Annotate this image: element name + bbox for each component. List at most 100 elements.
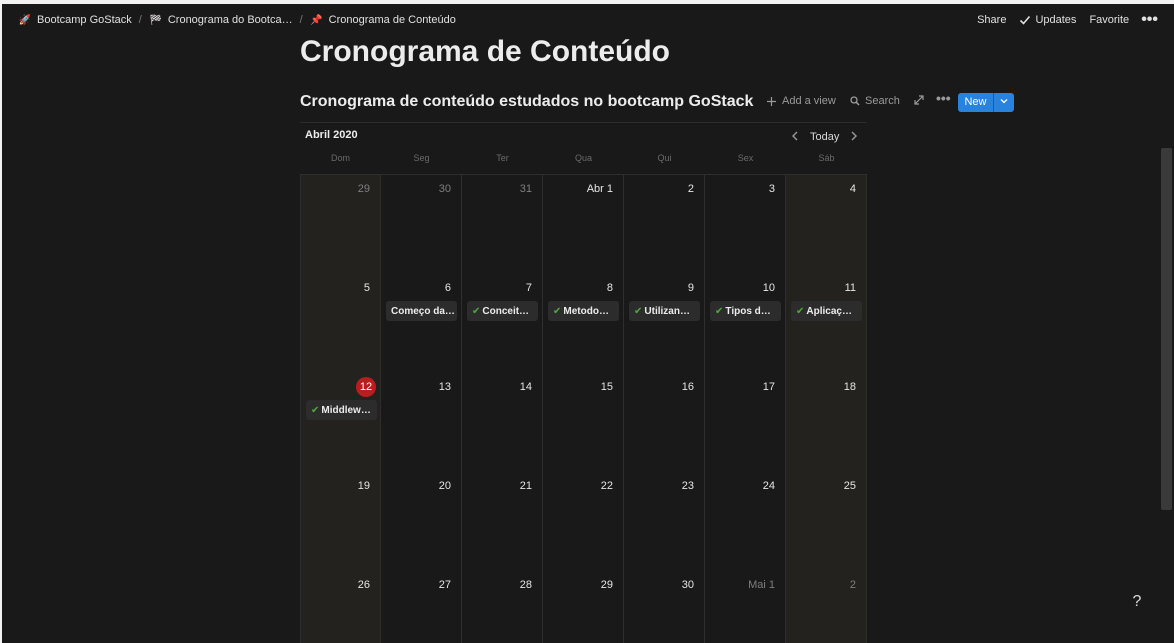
- search-button[interactable]: Search: [850, 95, 900, 107]
- day-number: 30: [438, 183, 451, 195]
- day-number: 31: [519, 183, 532, 195]
- event-title: Utilizan…: [644, 305, 690, 317]
- calendar-day-cell[interactable]: 25: [786, 472, 867, 571]
- event-title: Conceit…: [482, 305, 530, 317]
- rocket-icon: 🚀: [18, 14, 32, 26]
- scrollbar[interactable]: [1161, 148, 1172, 510]
- calendar-day-cell[interactable]: 5: [300, 274, 381, 373]
- calendar-day-cell[interactable]: 14: [462, 373, 543, 472]
- favorite-button[interactable]: Favorite: [1089, 14, 1129, 26]
- weekday-label: Qui: [657, 153, 672, 163]
- calendar-day-cell[interactable]: 31: [462, 175, 543, 274]
- calendar-day-cell[interactable]: 20: [381, 472, 462, 571]
- day-number: Mai 1: [748, 579, 775, 591]
- help-button[interactable]: ?: [1131, 593, 1143, 611]
- calendar-event-card[interactable]: ✔ Aplicaç…: [791, 301, 862, 321]
- breadcrumb: 🚀 Bootcamp GoStack / 🏁 Cronograma do Boo…: [18, 14, 456, 26]
- day-number: 9: [687, 282, 694, 294]
- calendar-day-cell[interactable]: 24: [705, 472, 786, 571]
- chevron-left-icon[interactable]: [788, 129, 802, 144]
- share-button[interactable]: Share: [977, 14, 1006, 26]
- today-button[interactable]: Today: [810, 131, 839, 143]
- database-more-icon[interactable]: •••: [936, 90, 951, 106]
- calendar-event-card[interactable]: ✔ Middlew…: [306, 400, 377, 420]
- calendar-week: 12 ✔ Middlew… 13 14 15 16 17 18: [300, 372, 867, 472]
- calendar-day-cell[interactable]: 4: [786, 175, 867, 274]
- add-view-button[interactable]: Add a view: [766, 95, 836, 107]
- updates-button[interactable]: Updates: [1019, 14, 1076, 26]
- calendar-day-cell[interactable]: Abr 1: [543, 175, 624, 274]
- calendar-day-cell[interactable]: 15: [543, 373, 624, 472]
- page-title: Cronograma de Conteúdo: [300, 35, 671, 68]
- calendar-day-cell[interactable]: 2: [624, 175, 705, 274]
- day-number: 14: [519, 381, 532, 393]
- check-icon: [1020, 15, 1031, 25]
- pushpin-icon: 📌: [310, 14, 323, 26]
- calendar-day-cell[interactable]: 7 ✔ Conceit…: [462, 274, 543, 373]
- day-number: 23: [681, 480, 694, 492]
- calendar-day-cell[interactable]: 11 ✔ Aplicaç…: [786, 274, 867, 373]
- calendar-day-cell[interactable]: 22: [543, 472, 624, 571]
- checkmark-icon: ✔: [796, 305, 805, 317]
- calendar-day-cell[interactable]: 16: [624, 373, 705, 472]
- day-number: 13: [438, 381, 451, 393]
- database-title[interactable]: Cronograma de conteúdo estudados no boot…: [300, 93, 753, 111]
- event-title: Aplicaç…: [806, 305, 852, 317]
- day-number: 7: [525, 282, 532, 294]
- calendar-event-card[interactable]: ✔ Metodo…: [548, 301, 619, 321]
- calendar-day-cell[interactable]: 21: [462, 472, 543, 571]
- weekday-label: Qua: [574, 153, 592, 163]
- more-options-icon[interactable]: •••: [1141, 12, 1158, 28]
- weekday-label: Seg: [413, 153, 430, 163]
- calendar-day-cell[interactable]: 28: [462, 571, 543, 643]
- chevron-right-icon[interactable]: [847, 129, 861, 144]
- calendar-week: 19 20 21 22 23 24 25: [300, 471, 867, 571]
- breadcrumb-item-bootcamp[interactable]: 🚀 Bootcamp GoStack: [18, 14, 132, 26]
- day-number: 30: [681, 579, 694, 591]
- calendar-day-cell[interactable]: 2: [786, 571, 867, 643]
- calendar-day-cell[interactable]: 29: [543, 571, 624, 643]
- breadcrumb-separator: /: [138, 14, 142, 26]
- calendar-event-card[interactable]: ✔ Tipos d…: [710, 301, 781, 321]
- calendar-day-cell[interactable]: 8 ✔ Metodo…: [543, 274, 624, 373]
- calendar-day-cell[interactable]: 10 ✔ Tipos d…: [705, 274, 786, 373]
- calendar-day-cell[interactable]: 30: [381, 175, 462, 274]
- notion-window: 🚀 Bootcamp GoStack / 🏁 Cronograma do Boo…: [2, 4, 1174, 643]
- breadcrumb-item-cronograma-bootcamp[interactable]: 🏁 Cronograma do Bootca…: [149, 14, 293, 26]
- calendar-day-cell[interactable]: 18: [786, 373, 867, 472]
- calendar-day-cell[interactable]: 29: [300, 175, 381, 274]
- calendar-day-cell[interactable]: 26: [300, 571, 381, 643]
- calendar-day-cell[interactable]: 23: [624, 472, 705, 571]
- day-number: 4: [849, 183, 856, 195]
- calendar-day-cell[interactable]: 17: [705, 373, 786, 472]
- day-number: 20: [438, 480, 451, 492]
- checkmark-icon: ✔: [634, 305, 643, 317]
- calendar-event-card[interactable]: ✔ Conceit…: [467, 301, 538, 321]
- day-number: 25: [843, 480, 856, 492]
- calendar-day-cell[interactable]: Mai 1: [705, 571, 786, 643]
- event-title: Começo da…: [391, 305, 455, 317]
- breadcrumb-label: Bootcamp GoStack: [37, 14, 132, 26]
- calendar-event-card[interactable]: ✔ Utilizan…: [629, 301, 700, 321]
- day-number: 3: [768, 183, 775, 195]
- day-number: 2: [687, 183, 694, 195]
- day-number: 29: [357, 183, 370, 195]
- top-actions: Share Updates Favorite •••: [964, 12, 1158, 28]
- calendar-day-cell[interactable]: 3: [705, 175, 786, 274]
- event-title: Tipos d…: [725, 305, 771, 317]
- day-number: 21: [519, 480, 532, 492]
- expand-icon[interactable]: [914, 94, 924, 108]
- calendar-day-cell[interactable]: 9 ✔ Utilizan…: [624, 274, 705, 373]
- breadcrumb-item-cronograma-conteudo[interactable]: 📌 Cronograma de Conteúdo: [310, 14, 455, 26]
- calendar-day-cell[interactable]: 6 Começo da…: [381, 274, 462, 373]
- calendar-day-cell[interactable]: 13: [381, 373, 462, 472]
- calendar-day-cell[interactable]: 19: [300, 472, 381, 571]
- calendar-event-card[interactable]: Começo da…: [386, 301, 457, 321]
- today-date-badge: 12: [356, 377, 376, 397]
- calendar-day-cell[interactable]: 12 ✔ Middlew…: [300, 373, 381, 472]
- chevron-down-icon[interactable]: [994, 93, 1014, 112]
- divider: [300, 122, 867, 123]
- calendar-day-cell[interactable]: 30: [624, 571, 705, 643]
- calendar-day-cell[interactable]: 27: [381, 571, 462, 643]
- new-button[interactable]: New: [958, 93, 1014, 112]
